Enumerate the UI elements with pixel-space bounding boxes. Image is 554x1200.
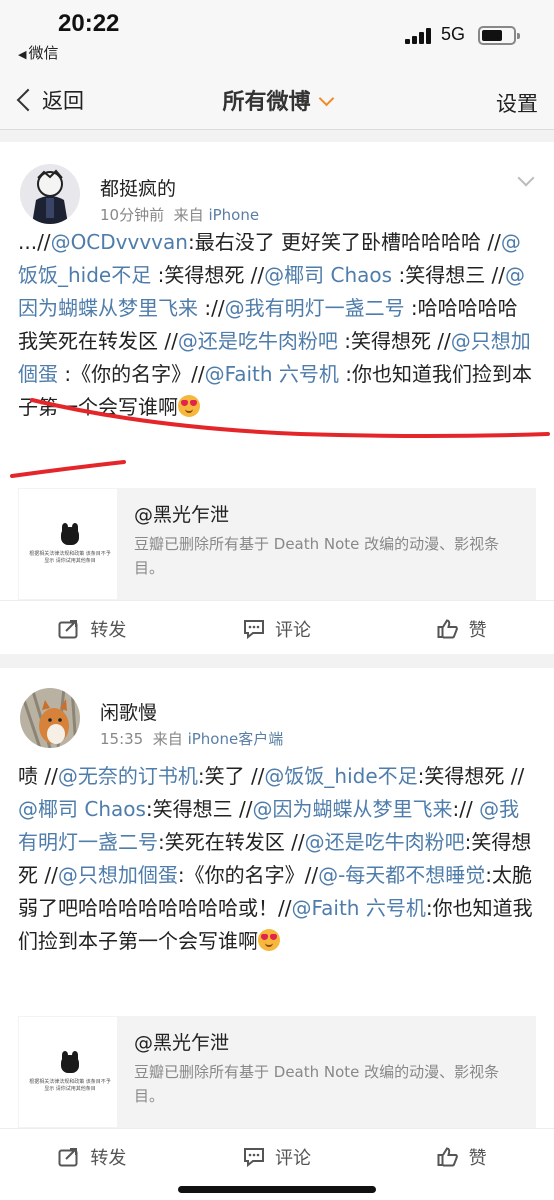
heart-eyes-emoji-icon xyxy=(258,929,280,951)
shared-content-card[interactable]: 根据相关法律法规和政策 该条目不予显示 请你试用其他条目 @黑光乍泄 豆瓣已删除… xyxy=(18,1016,536,1128)
comment-button[interactable]: 评论 xyxy=(185,1129,370,1184)
post-time: 15:35 xyxy=(100,730,144,748)
like-icon xyxy=(437,1146,458,1166)
post-text: :// xyxy=(198,296,225,320)
shared-content-card[interactable]: 根据相关法律法规和政策 该条目不予显示 请你试用其他条目 @黑光乍泄 豆瓣已删除… xyxy=(18,488,536,600)
dog-logo-icon xyxy=(61,1051,79,1073)
shared-thumbnail: 根据相关法律法规和政策 该条目不予显示 请你试用其他条目 xyxy=(18,1016,118,1128)
mention-link[interactable]: @Faith 六号机 xyxy=(291,896,425,920)
like-icon xyxy=(437,618,458,638)
shared-description: 豆瓣已删除所有基于 Death Note 改编的动漫、影视条目。 xyxy=(134,535,500,577)
mention-link[interactable]: @无奈的订书机 xyxy=(58,764,198,788)
post-source[interactable]: iPhone客户端 xyxy=(188,730,284,748)
comment-label: 评论 xyxy=(275,619,311,641)
dog-logo-icon xyxy=(61,523,79,545)
repost-label: 转发 xyxy=(90,1147,127,1169)
thumbnail-caption: 根据相关法律法规和政策 该条目不予显示 请你试用其他条目 xyxy=(29,1079,111,1092)
mention-link[interactable]: @Faith 六号机 xyxy=(205,362,339,386)
post-card[interactable]: 都挺疯的 10分钟前 来自 iPhone ...//@OCDvvvvan:最右没… xyxy=(0,142,554,654)
username[interactable]: 都挺疯的 xyxy=(100,174,176,201)
comment-button[interactable]: 评论 xyxy=(185,601,370,656)
username[interactable]: 闲歌慢 xyxy=(100,698,157,725)
network-type: 5G xyxy=(441,24,466,44)
status-bar: 20:22 ◀ 微信 5G xyxy=(0,0,554,72)
like-label: 赞 xyxy=(468,619,487,641)
comment-label: 评论 xyxy=(275,1147,311,1169)
mention-link[interactable]: @还是吃牛肉粉吧 xyxy=(178,329,338,353)
post-text: :// xyxy=(452,797,480,821)
post-text: :《你的名字》// xyxy=(58,362,205,386)
expand-caret-icon[interactable] xyxy=(517,169,535,187)
action-bar: 转发 评论 赞 xyxy=(0,600,554,656)
post-body: ...//@OCDvvvvan:最右没了 更好笑了卧槽哈哈哈哈 //@饭饭_hi… xyxy=(18,226,536,424)
post-text: 啧 // xyxy=(18,764,58,788)
source-prefix: 来自 xyxy=(152,730,183,748)
comment-icon xyxy=(244,1147,264,1167)
feed-filter-title[interactable]: 所有微博 xyxy=(0,84,554,116)
post-body: 啧 //@无奈的订书机:笑了 //@饭饭_hide不足:笑得想死 // @椰司 C… xyxy=(18,760,536,958)
post-text: :最右没了 更好笑了卧槽哈哈哈哈 // xyxy=(187,230,501,254)
post-meta: 10分钟前 来自 iPhone xyxy=(100,204,259,225)
mention-link[interactable]: @我有明灯一盏二号 xyxy=(225,296,405,320)
repost-label: 转发 xyxy=(90,619,127,641)
mention-link[interactable]: @饭饭_hide不足 xyxy=(264,764,417,788)
post-text: :笑死在转发区 // xyxy=(158,830,305,854)
mention-link[interactable]: @因为蝴蝶从梦里飞来 xyxy=(253,797,453,821)
repost-icon xyxy=(58,1147,78,1166)
source-prefix: 来自 xyxy=(173,206,204,224)
nav-bar: 返回 所有微博 设置 xyxy=(0,72,554,130)
shared-thumbnail: 根据相关法律法规和政策 该条目不予显示 请你试用其他条目 xyxy=(18,488,118,600)
post-text: :笑得想死 // xyxy=(417,764,525,788)
mention-link[interactable]: @椰司 Chaos xyxy=(18,797,146,821)
mention-link[interactable]: @只想加個蛋 xyxy=(58,863,178,887)
back-app-label: 微信 xyxy=(28,44,59,62)
avatar[interactable] xyxy=(20,688,80,748)
shared-description: 豆瓣已删除所有基于 Death Note 改编的动漫、影视条目。 xyxy=(134,1063,500,1105)
post-text: :笑得想三 // xyxy=(145,797,253,821)
post-card[interactable]: 闲歌慢 15:35 来自 iPhone客户端 啧 //@无奈的订书机:笑了 //… xyxy=(0,668,554,1200)
heart-eyes-emoji-icon xyxy=(178,395,200,417)
like-label: 赞 xyxy=(468,1147,487,1169)
repost-icon xyxy=(58,619,78,638)
dropdown-arrow-icon xyxy=(318,90,334,107)
page-title: 所有微博 xyxy=(222,90,311,115)
post-text: :笑得想三 // xyxy=(392,263,506,287)
signal-icon xyxy=(405,28,433,44)
home-indicator xyxy=(178,1186,376,1193)
comment-icon xyxy=(244,619,264,639)
thumbnail-caption: 根据相关法律法规和政策 该条目不予显示 请你试用其他条目 xyxy=(29,551,111,564)
post-text: :《你的名字》// xyxy=(177,863,319,887)
like-button[interactable]: 赞 xyxy=(369,601,554,656)
post-time: 10分钟前 xyxy=(100,206,165,224)
like-button[interactable]: 赞 xyxy=(369,1129,554,1184)
battery-icon xyxy=(478,26,520,45)
mention-link[interactable]: @椰司 Chaos xyxy=(264,263,392,287)
avatar[interactable] xyxy=(20,164,80,224)
post-meta: 15:35 来自 iPhone客户端 xyxy=(100,728,283,749)
shared-title: @黑光乍泄 xyxy=(134,504,230,526)
post-text: ...// xyxy=(18,230,51,254)
settings-button[interactable]: 设置 xyxy=(496,88,538,118)
post-source[interactable]: iPhone xyxy=(208,206,259,224)
post-text: :笑了 // xyxy=(197,764,265,788)
shared-title: @黑光乍泄 xyxy=(134,1032,230,1054)
mention-link[interactable]: @还是吃牛肉粉吧 xyxy=(305,830,465,854)
mention-link[interactable]: @-每天都不想睡觉 xyxy=(318,863,485,887)
post-text: :笑得想死 // xyxy=(337,329,451,353)
post-text: :笑得想死 // xyxy=(151,263,265,287)
action-bar: 转发 评论 赞 xyxy=(0,1128,554,1184)
repost-button[interactable]: 转发 xyxy=(0,1129,185,1184)
repost-button[interactable]: 转发 xyxy=(0,601,185,656)
status-time: 20:22 xyxy=(58,10,120,37)
back-to-app-link[interactable]: ◀ 微信 xyxy=(18,42,58,63)
mention-link[interactable]: @OCDvvvvan xyxy=(51,230,188,254)
